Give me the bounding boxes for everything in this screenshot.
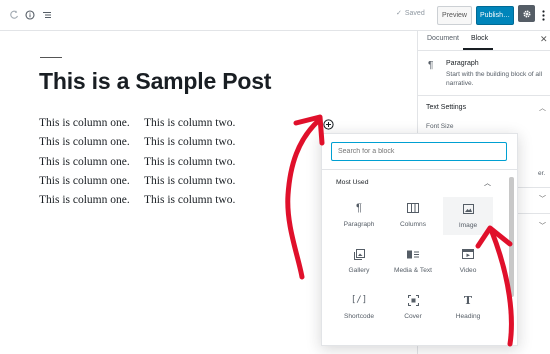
more-vertical-icon[interactable] [538,6,548,24]
block-item-label: Image [458,222,478,229]
paragraph-icon: ¶ [356,202,362,214]
divider [322,169,517,170]
column-one-line: This is column one. [39,117,130,129]
column-two-line: This is column two. [144,136,236,149]
tab-block[interactable]: Block [471,35,488,42]
plus-circle-icon [323,119,334,130]
editor-toolbar: ✓ Saved Preview Publish… [0,0,550,31]
column-one-line: This is column one. [39,155,130,168]
block-description: Start with the building block of all nar… [446,71,543,87]
block-item-label: Columns [399,221,427,228]
block-item-paragraph[interactable]: ¶ Paragraph [334,196,384,234]
chevron-up-icon[interactable]: ︿ [539,103,546,113]
tab-document[interactable]: Document [427,35,459,42]
text-settings-heading[interactable]: Text Settings [426,104,466,111]
title-separator [40,57,62,58]
block-item-label: Cover [404,313,422,320]
post-title[interactable]: This is a Sample Post [39,68,271,95]
active-tab-indicator [463,48,493,50]
close-icon[interactable]: ✕ [540,34,548,45]
column-two-line: This is column two. [144,117,236,129]
block-inserter-popover: Most Used ︿ ¶ Paragraph Columns Image Ga… [321,133,518,346]
block-item-image[interactable]: Image [443,197,493,235]
shortcode-icon: [/] [350,295,368,305]
block-item-columns[interactable]: Columns [388,196,438,234]
block-search-input[interactable] [331,142,507,161]
block-item-shortcode[interactable]: [/] Shortcode [334,288,384,326]
most-used-heading[interactable]: Most Used [336,179,368,186]
block-item-heading[interactable]: T Heading [443,288,493,326]
block-item-gallery[interactable]: Gallery [334,242,384,280]
block-item-label: Heading [455,313,481,320]
cover-icon [407,293,419,307]
sidebar-tabs: Document Block ✕ [418,31,550,51]
chevron-down-icon[interactable]: ﹀ [539,221,546,231]
column-one-line: This is column one. [39,194,130,207]
block-item-label: Shortcode [343,313,375,320]
info-icon[interactable] [21,6,39,24]
block-item-media-text[interactable]: Media & Text [388,242,438,280]
column-two-line: This is column two. [144,194,236,207]
block-item-cover[interactable]: Cover [388,288,438,326]
outline-icon[interactable] [38,6,56,24]
chevron-up-icon[interactable]: ︿ [484,178,491,188]
check-icon: ✓ [396,10,402,17]
gear-icon [523,10,530,17]
preview-button[interactable]: Preview [437,6,472,25]
media-text-icon [407,247,419,261]
video-icon [462,247,474,261]
saved-status: ✓ Saved [396,9,425,18]
divider [418,95,550,96]
block-item-label: Video [459,267,477,274]
publish-button[interactable]: Publish… [476,6,514,25]
block-item-label: Gallery [348,267,370,274]
add-block-button[interactable] [323,117,334,130]
chevron-down-icon[interactable]: ﹀ [539,194,546,204]
column-two-line: This is column two. [144,155,236,168]
column-one-line: This is column one. [39,136,130,149]
block-item-video[interactable]: Video [443,242,493,280]
gallery-icon [353,247,365,261]
font-size-label: Font Size [426,123,454,130]
column-two-line: This is column two. [144,174,236,187]
block-name: Paragraph [446,60,479,67]
settings-button[interactable] [518,5,535,22]
scrollbar[interactable] [509,177,514,297]
block-item-label: Media & Text [394,267,432,274]
heading-icon: T [463,293,473,307]
column-one[interactable]: This is column one. This is column one. … [39,117,130,213]
paragraph-icon: ¶ [428,60,434,71]
columns-icon [407,201,419,215]
image-icon [462,202,474,216]
column-one-line: This is column one. [39,174,130,187]
column-two[interactable]: This is column two. This is column two. … [144,117,235,213]
block-item-label: Paragraph [343,221,375,228]
partial-text: er. [538,170,546,177]
saved-label: Saved [404,9,425,17]
